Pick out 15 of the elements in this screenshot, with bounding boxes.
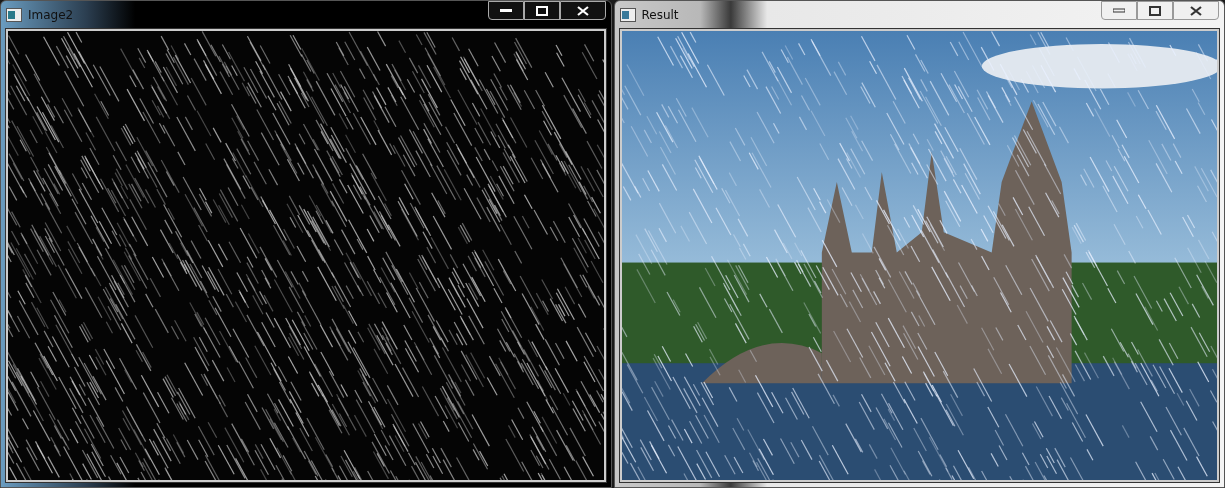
maximize-icon	[535, 5, 548, 16]
close-icon	[1190, 5, 1202, 16]
close-button[interactable]	[559, 1, 606, 20]
maximize-button[interactable]	[1137, 1, 1173, 20]
minimize-icon	[1113, 8, 1125, 13]
close-icon	[576, 5, 589, 16]
minimize-icon	[499, 8, 512, 13]
window-icon	[6, 8, 22, 22]
window-title: Image2	[28, 8, 74, 22]
maximize-button[interactable]	[523, 1, 560, 20]
close-button[interactable]	[1173, 1, 1219, 20]
window-icon	[619, 8, 636, 22]
maximize-icon	[1149, 5, 1161, 16]
minimize-button[interactable]	[487, 1, 524, 20]
window-title: Result	[641, 8, 679, 22]
